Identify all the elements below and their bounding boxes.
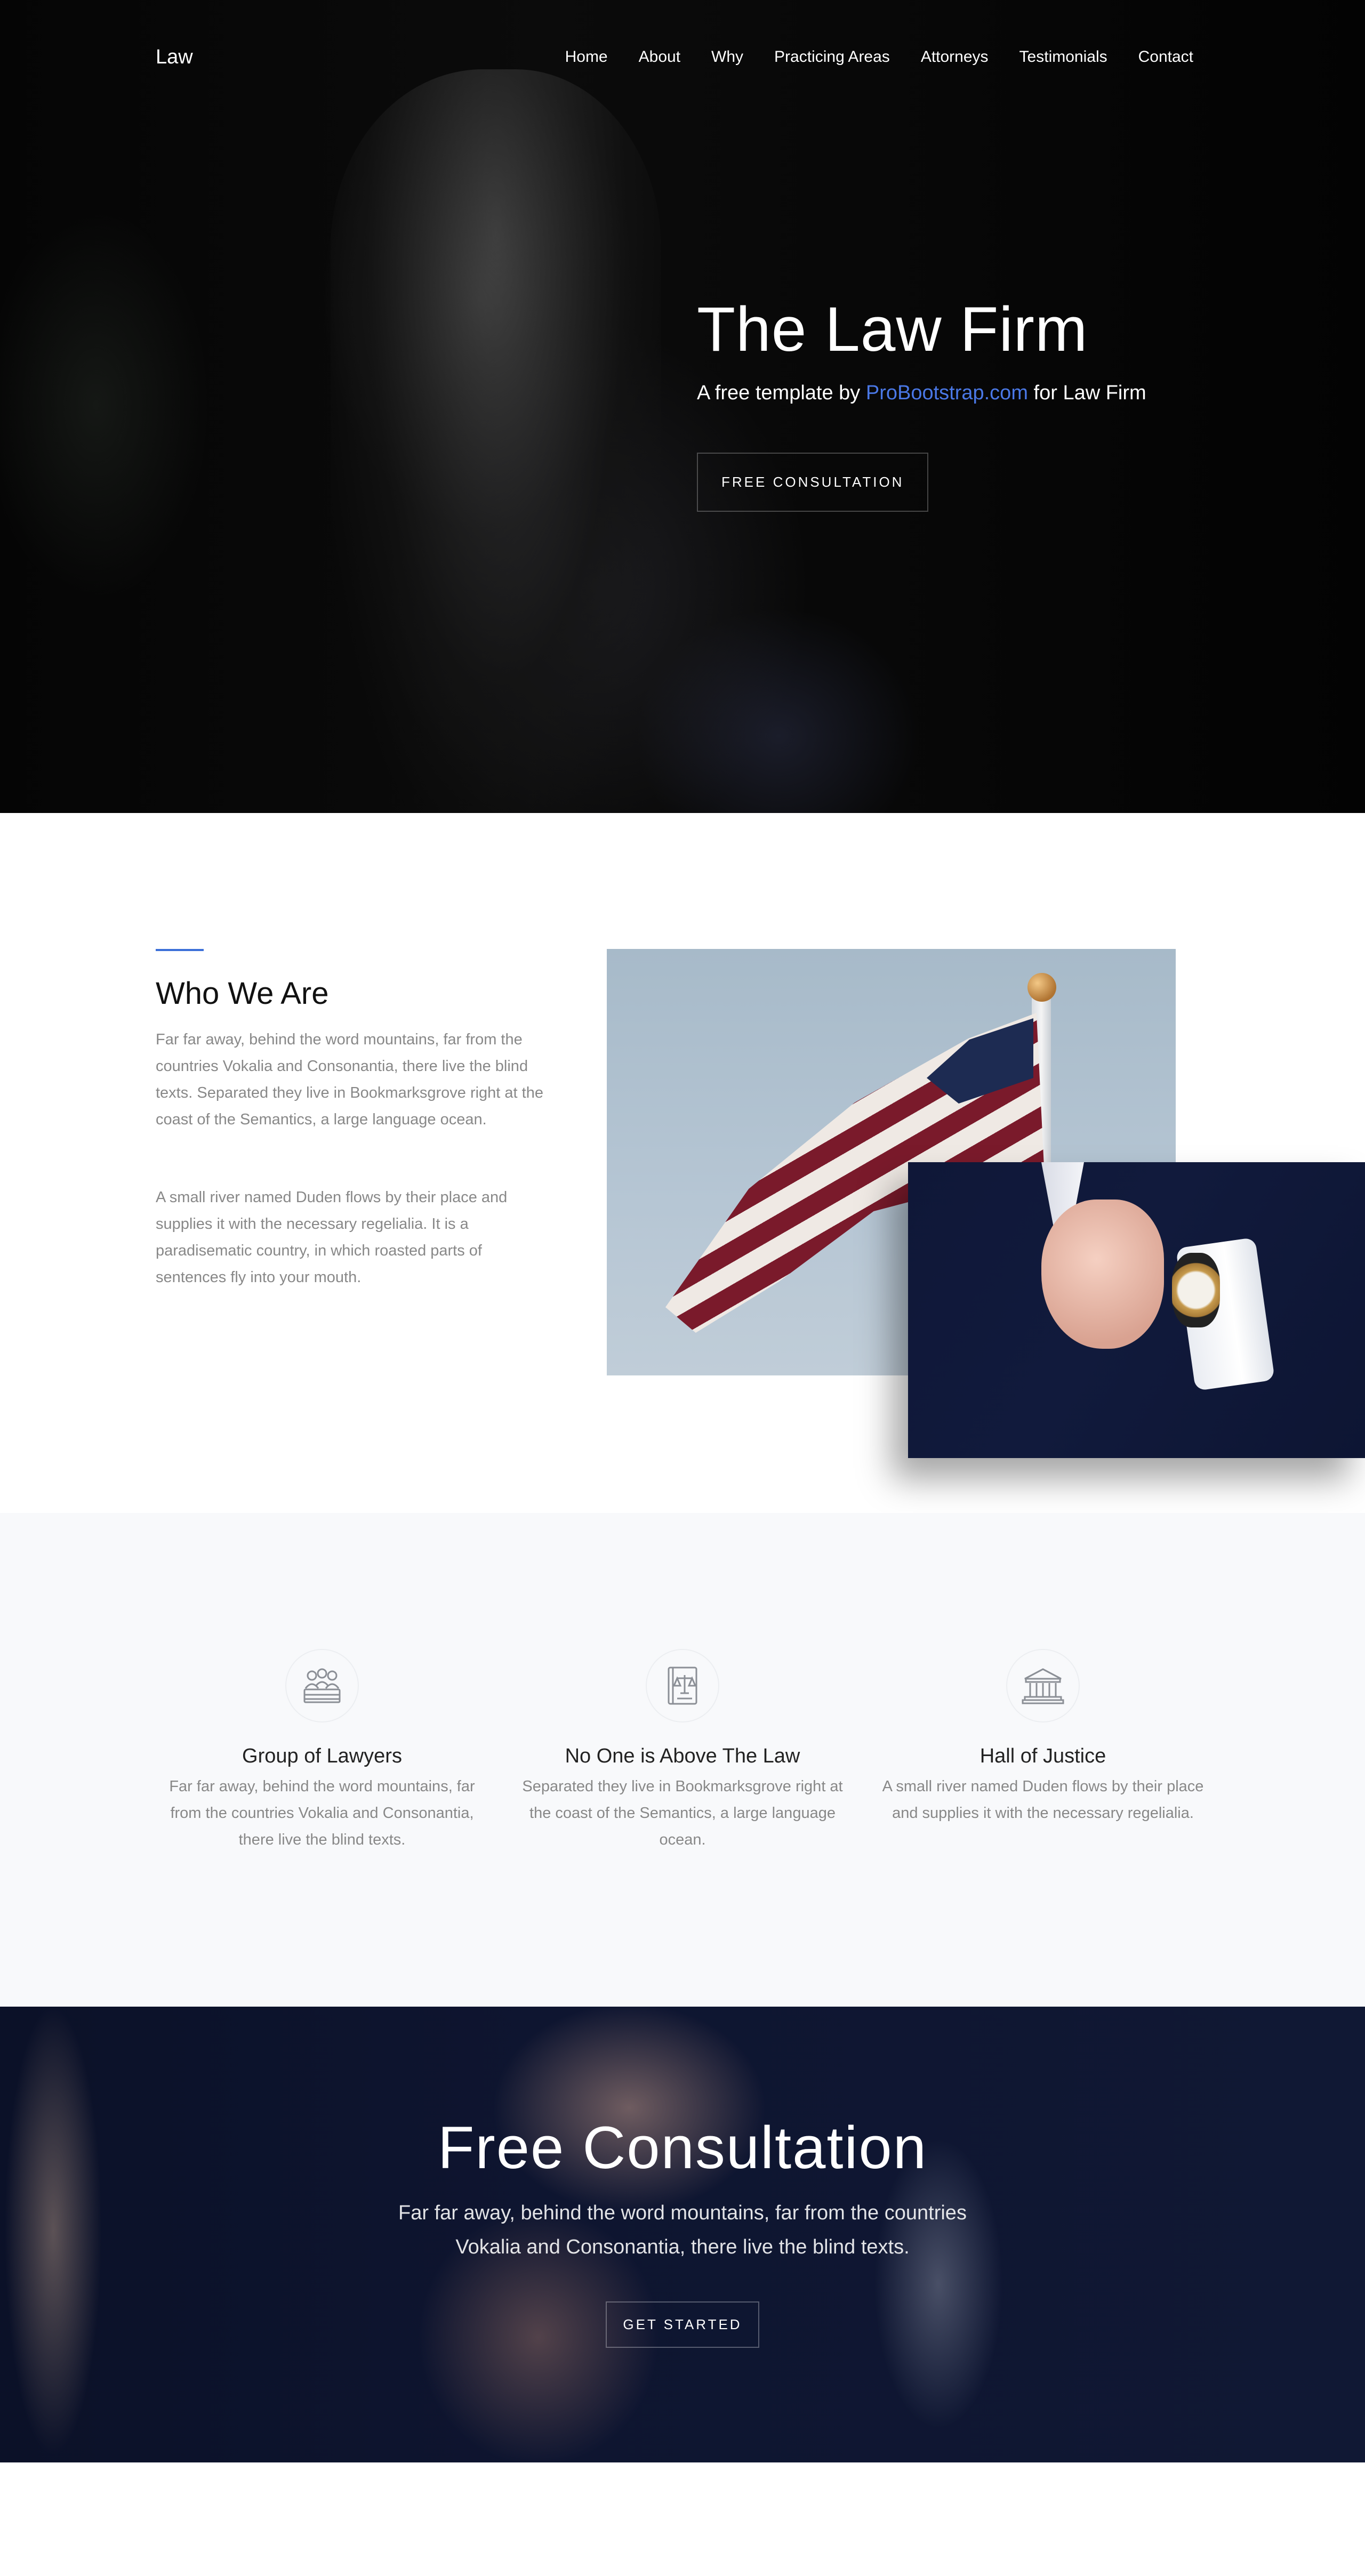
consultation-text: Far far away, behind the word mountains,… bbox=[398, 2202, 967, 2258]
features-section: Group of Lawyers Far far away, behind th… bbox=[0, 1513, 1365, 2007]
nav-item-why[interactable]: Why bbox=[711, 48, 743, 66]
hero-title: The Law Firm bbox=[697, 294, 1088, 365]
hero-subtitle: A free template by ProBootstrap.com for … bbox=[697, 382, 1230, 405]
nav-item-attorneys[interactable]: Attorneys bbox=[921, 48, 989, 66]
hero-background-photo bbox=[331, 69, 661, 813]
nav-item-home[interactable]: Home bbox=[565, 48, 608, 66]
feature-card: Group of Lawyers Far far away, behind th… bbox=[151, 1649, 493, 1853]
about-paragraph-1: Far far away, behind the word mountains,… bbox=[156, 1031, 543, 1128]
feature-title: No One is Above The Law bbox=[565, 1745, 800, 1767]
nav-item-about[interactable]: About bbox=[639, 48, 680, 66]
nav-item-contact[interactable]: Contact bbox=[1138, 48, 1193, 66]
free-consultation-button[interactable]: FREE CONSULTATION bbox=[697, 453, 929, 512]
nav-menu: Home About Why Practicing Areas Attorney… bbox=[534, 48, 1193, 66]
footer-spacer bbox=[0, 2462, 1365, 2576]
about-paragraph-2: A small river named Duden flows by their… bbox=[156, 1189, 508, 1286]
nav-item-testimonials[interactable]: Testimonials bbox=[1019, 48, 1107, 66]
group-of-lawyers-icon bbox=[285, 1649, 359, 1722]
courthouse-icon bbox=[1006, 1649, 1080, 1722]
hero-section: Law Home About Why Practicing Areas Atto… bbox=[0, 0, 1365, 813]
hero-copy: The Law Firm A free template by ProBoots… bbox=[697, 293, 1230, 512]
consultation-title: Free Consultation bbox=[437, 2114, 928, 2181]
law-book-icon bbox=[646, 1649, 719, 1722]
nav-item-practicing-areas[interactable]: Practicing Areas bbox=[774, 48, 890, 66]
hero-subtitle-prefix: A free template by bbox=[697, 382, 866, 404]
consultation-content: Free Consultation Far far away, behind t… bbox=[0, 2113, 1365, 2348]
feature-text: Far far away, behind the word mountains,… bbox=[169, 1778, 475, 1848]
feature-text: A small river named Duden flows by their… bbox=[882, 1778, 1204, 1822]
about-title: Who We Are bbox=[156, 976, 329, 1011]
section-accent-line bbox=[156, 949, 204, 951]
brand-logo[interactable]: Law bbox=[156, 46, 193, 69]
hero-subtitle-suffix: for Law Firm bbox=[1027, 382, 1146, 404]
feature-title: Group of Lawyers bbox=[242, 1745, 402, 1767]
wrist-watch bbox=[1172, 1253, 1220, 1327]
feature-card: Hall of Justice A small river named Dude… bbox=[872, 1649, 1214, 1826]
top-navbar: Law Home About Why Practicing Areas Atto… bbox=[0, 0, 1365, 117]
feature-title: Hall of Justice bbox=[979, 1745, 1106, 1767]
suit-hand bbox=[1041, 1200, 1164, 1349]
feature-card: No One is Above The Law Separated they l… bbox=[512, 1649, 853, 1853]
about-section: Who We Are Far far away, behind the word… bbox=[0, 813, 1365, 1513]
consultation-section: Free Consultation Far far away, behind t… bbox=[0, 2007, 1365, 2462]
feature-text: Separated they live in Bookmarksgrove ri… bbox=[522, 1778, 843, 1848]
probootstrap-link[interactable]: ProBootstrap.com bbox=[866, 382, 1028, 404]
suit-watch-image bbox=[908, 1162, 1365, 1458]
flag-pole-finial bbox=[1027, 973, 1056, 1002]
get-started-button[interactable]: GET STARTED bbox=[606, 2301, 759, 2348]
